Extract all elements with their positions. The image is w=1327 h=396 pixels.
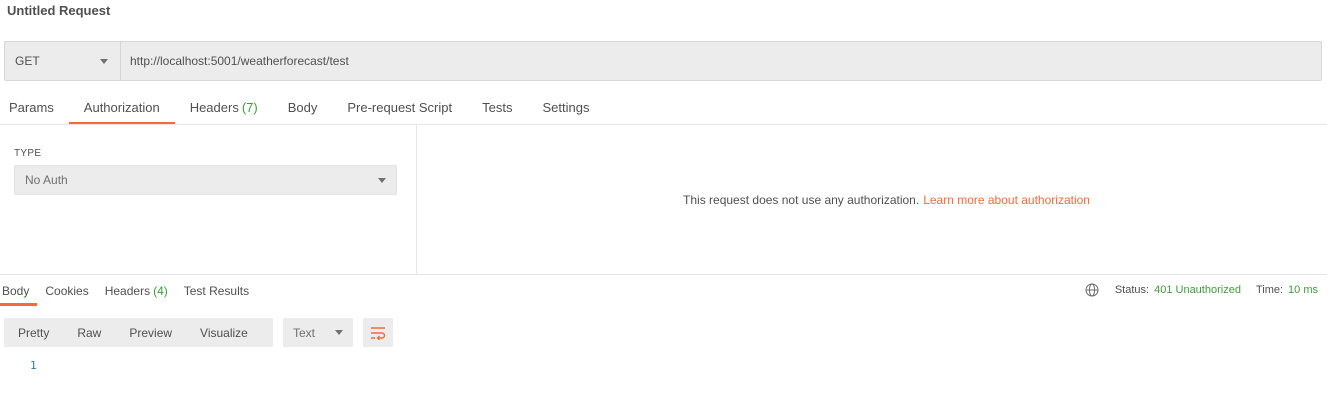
tab-settings[interactable]: Settings (527, 96, 604, 125)
view-preview-button[interactable]: Preview (115, 318, 186, 347)
chevron-down-icon (100, 58, 108, 64)
response-tab-headers-label: Headers (104, 284, 151, 298)
status-value[interactable]: 401 Unauthorized (1154, 284, 1241, 296)
auth-type-select[interactable]: No Auth (14, 165, 397, 195)
wrap-lines-button[interactable] (363, 318, 393, 347)
view-pretty-button[interactable]: Pretty (4, 318, 63, 347)
time-value[interactable]: 10 ms (1288, 284, 1318, 296)
globe-icon[interactable] (1085, 283, 1099, 297)
tab-tests[interactable]: Tests (467, 96, 527, 125)
panel-divider[interactable] (0, 274, 1327, 275)
url-input[interactable]: http://localhost:5001/weatherforecast/te… (121, 42, 1321, 80)
format-value: Text (293, 325, 316, 340)
view-raw-button[interactable]: Raw (63, 318, 115, 347)
method-label: GET (15, 54, 40, 68)
auth-info-panel: This request does not use any authorizat… (418, 125, 1327, 274)
response-tab-headers[interactable]: Headers (4) (97, 282, 176, 306)
response-status: Status: 401 Unauthorized Time: 10 ms (1085, 283, 1318, 297)
response-tab-test-results[interactable]: Test Results (176, 282, 257, 306)
response-view-modes: Pretty Raw Preview Visualize (4, 318, 273, 347)
wrap-lines-icon (371, 326, 386, 340)
status-label: Status: (1114, 284, 1150, 296)
chevron-down-icon (335, 330, 343, 335)
request-tabs: Params Authorization Headers (7) Body Pre… (0, 96, 604, 125)
learn-more-link[interactable]: Learn more about authorization (923, 193, 1090, 207)
auth-message: This request does not use any authorizat… (683, 192, 920, 207)
request-title[interactable]: Untitled Request (7, 3, 110, 18)
tab-params[interactable]: Params (0, 96, 69, 125)
auth-type-value: No Auth (25, 173, 68, 187)
response-tab-body[interactable]: Body (0, 282, 38, 306)
response-tab-headers-count: (4) (153, 284, 168, 298)
tab-headers-count: (7) (241, 100, 258, 115)
tab-headers[interactable]: Headers (7) (175, 96, 273, 125)
url-bar: GET http://localhost:5001/weatherforecas… (4, 41, 1322, 81)
tab-body[interactable]: Body (273, 96, 333, 125)
tab-headers-label: Headers (189, 100, 239, 115)
tab-pre-request-script[interactable]: Pre-request Script (332, 96, 467, 125)
response-tabs: Body Cookies Headers (4) Test Results (0, 282, 257, 306)
auth-type-panel: TYPE No Auth (0, 125, 417, 274)
view-visualize-button[interactable]: Visualize (186, 318, 262, 347)
chevron-down-icon (378, 177, 386, 183)
method-select[interactable]: GET (5, 42, 121, 80)
editor-line-number: 1 (30, 359, 37, 372)
auth-type-label: TYPE (14, 148, 42, 159)
time-label: Time: (1255, 284, 1284, 296)
tab-authorization[interactable]: Authorization (68, 96, 175, 125)
response-tab-cookies[interactable]: Cookies (37, 282, 96, 306)
format-select[interactable]: Text (283, 318, 353, 347)
